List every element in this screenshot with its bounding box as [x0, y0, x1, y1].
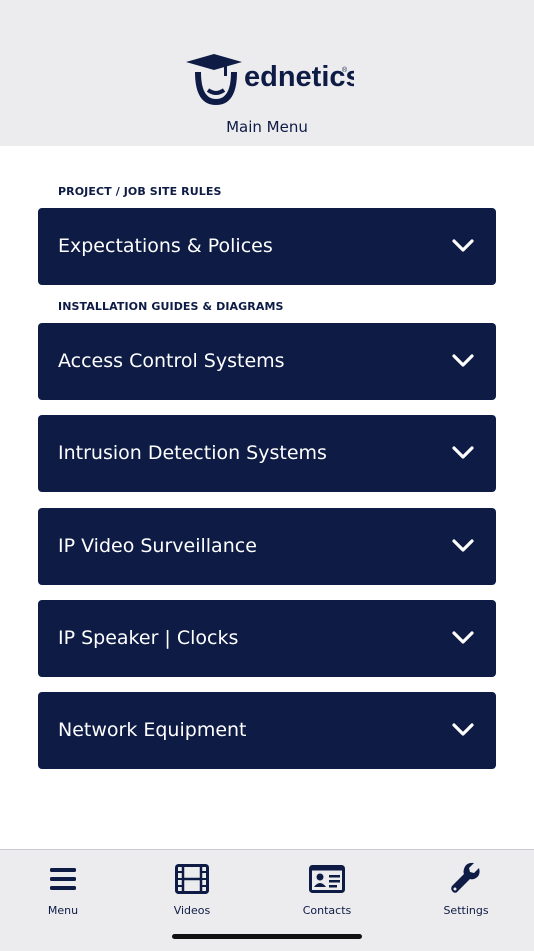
chevron-down-icon	[452, 723, 474, 736]
accordion-label: Network Equipment	[58, 719, 247, 741]
chevron-down-icon	[452, 354, 474, 367]
accordion-label: Expectations & Polices	[58, 235, 273, 257]
section-heading-installation-guides: INSTALLATION GUIDES & DIAGRAMS	[58, 300, 284, 313]
accordion-access-control-systems[interactable]: Access Control Systems	[38, 323, 496, 400]
tab-contacts[interactable]: Contacts	[277, 862, 377, 917]
accordion-label: IP Speaker | Clocks	[58, 627, 239, 649]
chevron-down-icon	[452, 446, 474, 459]
tab-settings[interactable]: Settings	[416, 862, 516, 917]
tab-videos[interactable]: Videos	[142, 862, 242, 917]
svg-text:ednetics: ednetics	[244, 61, 354, 93]
accordion-ip-video-surveillance[interactable]: IP Video Surveillance	[38, 508, 496, 585]
tab-label: Contacts	[302, 904, 352, 917]
home-indicator[interactable]	[172, 934, 362, 939]
accordion-label: Intrusion Detection Systems	[58, 442, 327, 464]
accordion-ip-speaker-clocks[interactable]: IP Speaker | Clocks	[38, 600, 496, 677]
accordion-network-equipment[interactable]: Network Equipment	[38, 692, 496, 769]
accordion-expectations-polices[interactable]: Expectations & Polices	[38, 208, 496, 285]
tab-label: Menu	[47, 904, 79, 917]
accordion-intrusion-detection-systems[interactable]: Intrusion Detection Systems	[38, 415, 496, 492]
tab-label: Settings	[443, 904, 489, 917]
chevron-down-icon	[452, 239, 474, 252]
wrench-icon	[451, 862, 480, 893]
tab-label: Videos	[173, 904, 211, 917]
accordion-label: Access Control Systems	[58, 350, 285, 372]
accordion-label: IP Video Surveillance	[58, 535, 257, 557]
svg-text:®: ®	[342, 66, 348, 74]
app-header: ednetics ® Main Menu	[0, 0, 534, 146]
page-title: Main Menu	[226, 118, 308, 136]
section-heading-job-site-rules: PROJECT / JOB SITE RULES	[58, 185, 222, 198]
hamburger-icon	[50, 868, 76, 890]
chevron-down-icon	[452, 631, 474, 644]
contact-card-icon	[309, 865, 345, 893]
ednetics-logo: ednetics ®	[184, 52, 354, 108]
film-icon	[175, 864, 209, 894]
tab-menu[interactable]: Menu	[13, 862, 113, 917]
chevron-down-icon	[452, 539, 474, 552]
